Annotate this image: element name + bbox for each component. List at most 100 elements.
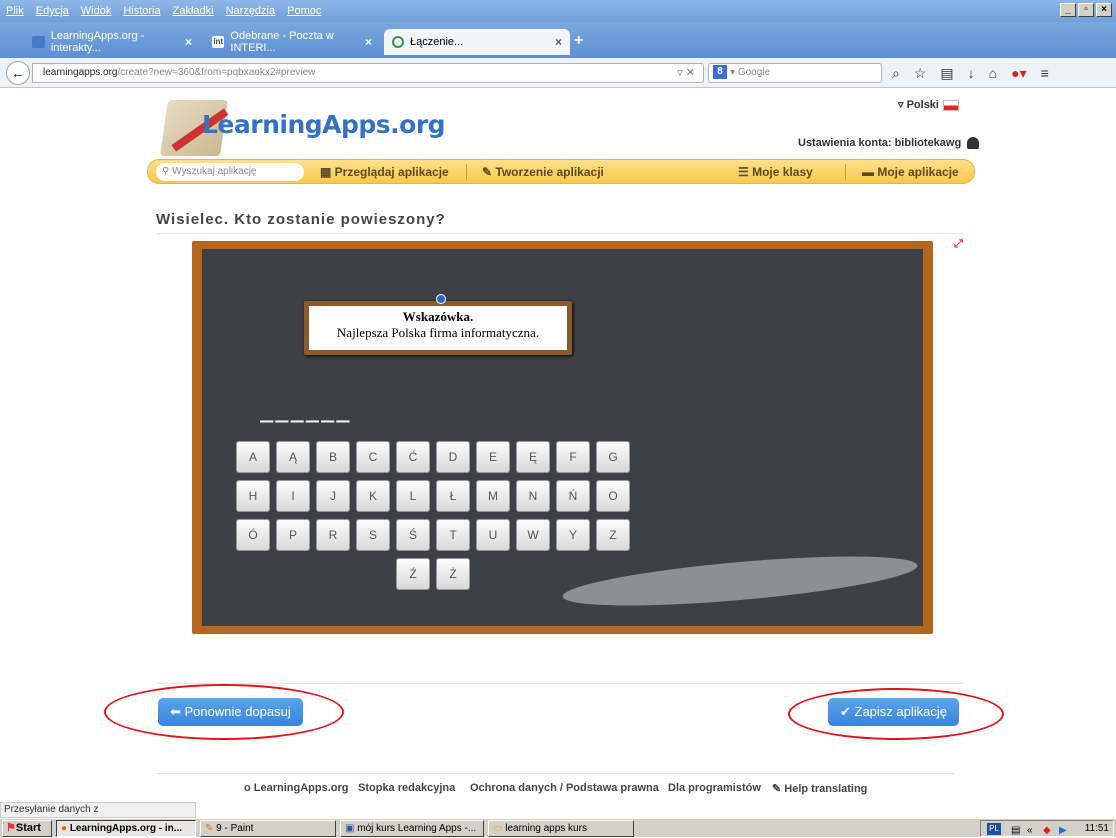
menu-edit[interactable]: Edycja [36, 5, 69, 17]
task-word[interactable]: ▣ mój kurs Learning Apps -... [340, 820, 484, 837]
help-translating-label: Help translating [784, 783, 868, 795]
search-icon[interactable]: ⌕ [892, 65, 900, 82]
footer-developers-link[interactable]: Dla programistów [668, 782, 761, 794]
key-p[interactable]: P [276, 519, 310, 551]
task-folder[interactable]: ▭ learning apps kurs [488, 820, 634, 837]
menu-tools[interactable]: Narzędzia [226, 5, 276, 17]
key-s-acute[interactable]: Ś [396, 519, 430, 551]
key-l[interactable]: L [396, 480, 430, 512]
footer-privacy-link[interactable]: Ochrona danych / Podstawa prawna [470, 782, 659, 794]
tab-interia-mail[interactable]: int Odebrane - Poczta w INTERI... × [204, 29, 380, 55]
key-w[interactable]: W [516, 519, 550, 551]
nav-my-apps[interactable]: ▬ Moje aplikacje [862, 165, 959, 179]
learningapps-logo[interactable]: LearningApps.org [160, 96, 446, 158]
key-r[interactable]: R [316, 519, 350, 551]
url-bar[interactable]: learningapps.org/create?new=360&from=pqb… [32, 63, 704, 83]
footer-imprint-link[interactable]: Stopka redakcyjna [358, 782, 455, 794]
network-icon[interactable]: ▤ [1011, 823, 1023, 836]
key-f[interactable]: F [556, 441, 590, 473]
minimize-button[interactable]: _ [1060, 3, 1076, 17]
status-bar: Przesyłanie danych z img100.xvideos.com.… [0, 802, 196, 829]
footer-help-translating-link[interactable]: ✎ Help translating [772, 782, 867, 795]
menu-help[interactable]: Pomoc [287, 5, 321, 17]
start-label: Start [15, 822, 41, 834]
url-stop-icon[interactable]: ▿ ✕ [677, 64, 695, 82]
nav-my-classes[interactable]: ☰ Moje klasy [738, 165, 813, 179]
close-window-button[interactable]: × [1096, 3, 1112, 17]
close-tab-icon[interactable]: × [365, 35, 372, 49]
menu-bar: Plik Edycja Widok Historia Zakładki Narz… [0, 0, 1116, 22]
key-z[interactable]: Z [596, 519, 630, 551]
antivirus-icon[interactable]: ◆ [1043, 823, 1055, 836]
key-t[interactable]: T [436, 519, 470, 551]
menu-file[interactable]: Plik [6, 5, 24, 17]
translate-icon: ✎ [772, 783, 785, 795]
windows-logo-icon: ⚑ [6, 822, 16, 834]
navigation-bar: ← learningapps.org/create?new=360&from=p… [0, 58, 1116, 88]
key-z-acute[interactable]: Ź [396, 558, 430, 590]
tray-expand-icon[interactable]: « [1027, 823, 1039, 836]
start-button[interactable]: ⚑Start [2, 820, 52, 837]
key-u[interactable]: U [476, 519, 510, 551]
key-m[interactable]: M [476, 480, 510, 512]
menu-history[interactable]: Historia [123, 5, 160, 17]
hint-text: Najlepsza Polska firma informatyczna. [336, 325, 540, 340]
fullscreen-icon[interactable]: ⤢ [954, 238, 963, 251]
back-button[interactable]: ← [6, 61, 30, 85]
nav-browse-label: Przeglądaj aplikacje [334, 165, 449, 179]
teamviewer-icon[interactable]: ▶ [1059, 823, 1071, 836]
word-icon: ▣ [345, 823, 358, 834]
site-search-input[interactable]: ⚲ Wyszukaj aplikację [156, 163, 304, 181]
key-k[interactable]: K [356, 480, 390, 512]
nav-browse-apps[interactable]: ▦ Przeglądaj aplikacje [320, 165, 449, 179]
key-h[interactable]: H [236, 480, 270, 512]
home-icon[interactable]: ⌂ [989, 65, 997, 82]
key-e-ogonek[interactable]: Ę [516, 441, 550, 473]
key-c[interactable]: C [356, 441, 390, 473]
tab-active-loading[interactable]: Łączenie... × [384, 29, 570, 55]
key-y[interactable]: Y [556, 519, 590, 551]
adblock-icon[interactable]: ●▾ [1011, 65, 1026, 82]
task-firefox[interactable]: ● LearningApps.org - in... [56, 820, 196, 837]
key-a[interactable]: A [236, 441, 270, 473]
key-n-acute[interactable]: Ń [556, 480, 590, 512]
divider [156, 683, 964, 684]
key-o-acute[interactable]: Ó [236, 519, 270, 551]
key-j[interactable]: J [316, 480, 350, 512]
word-blanks: ______ [260, 398, 352, 423]
new-tab-icon[interactable]: + [574, 32, 583, 50]
footer-about-link[interactable]: o LearningApps.org [244, 782, 349, 794]
key-o[interactable]: O [596, 480, 630, 512]
account-label: Ustawienia konta: bibliotekawg [798, 137, 962, 149]
key-d[interactable]: D [436, 441, 470, 473]
account-settings-link[interactable]: Ustawienia konta: bibliotekawg [798, 137, 980, 150]
restore-button[interactable]: ▫ [1078, 3, 1094, 17]
logo-text: LearningApps.org [202, 110, 446, 139]
key-s[interactable]: S [356, 519, 390, 551]
browser-search-input[interactable]: 8 ▾ Google [708, 63, 882, 83]
close-tab-icon[interactable]: × [185, 35, 192, 49]
language-selector[interactable]: ▿ Polski [898, 98, 959, 111]
close-tab-icon[interactable]: × [555, 35, 562, 49]
key-z-dot[interactable]: Ż [436, 558, 470, 590]
key-n[interactable]: N [516, 480, 550, 512]
bookmarks-list-icon[interactable]: ▤ [940, 65, 953, 82]
menu-bookmarks[interactable]: Zakładki [173, 5, 214, 17]
bookmark-star-icon[interactable]: ☆ [914, 65, 927, 82]
key-e[interactable]: E [476, 441, 510, 473]
interia-tab-icon: int [212, 36, 225, 48]
menu-view[interactable]: Widok [81, 5, 112, 17]
key-g[interactable]: G [596, 441, 630, 473]
download-icon[interactable]: ↓ [968, 65, 975, 82]
key-b[interactable]: B [316, 441, 350, 473]
key-c-acute[interactable]: Ć [396, 441, 430, 473]
tab-learningapps[interactable]: LearningApps.org - interakty... × [24, 29, 200, 55]
firefox-icon: ● [61, 823, 70, 834]
hamburger-menu-icon[interactable]: ≡ [1041, 65, 1049, 82]
key-i[interactable]: I [276, 480, 310, 512]
key-l-stroke[interactable]: Ł [436, 480, 470, 512]
task-paint[interactable]: ✎ 9 - Paint [200, 820, 336, 837]
key-a-ogonek[interactable]: Ą [276, 441, 310, 473]
nav-create-app[interactable]: ✎ Tworzenie aplikacji [482, 165, 604, 179]
language-indicator[interactable]: PL [987, 823, 1001, 835]
